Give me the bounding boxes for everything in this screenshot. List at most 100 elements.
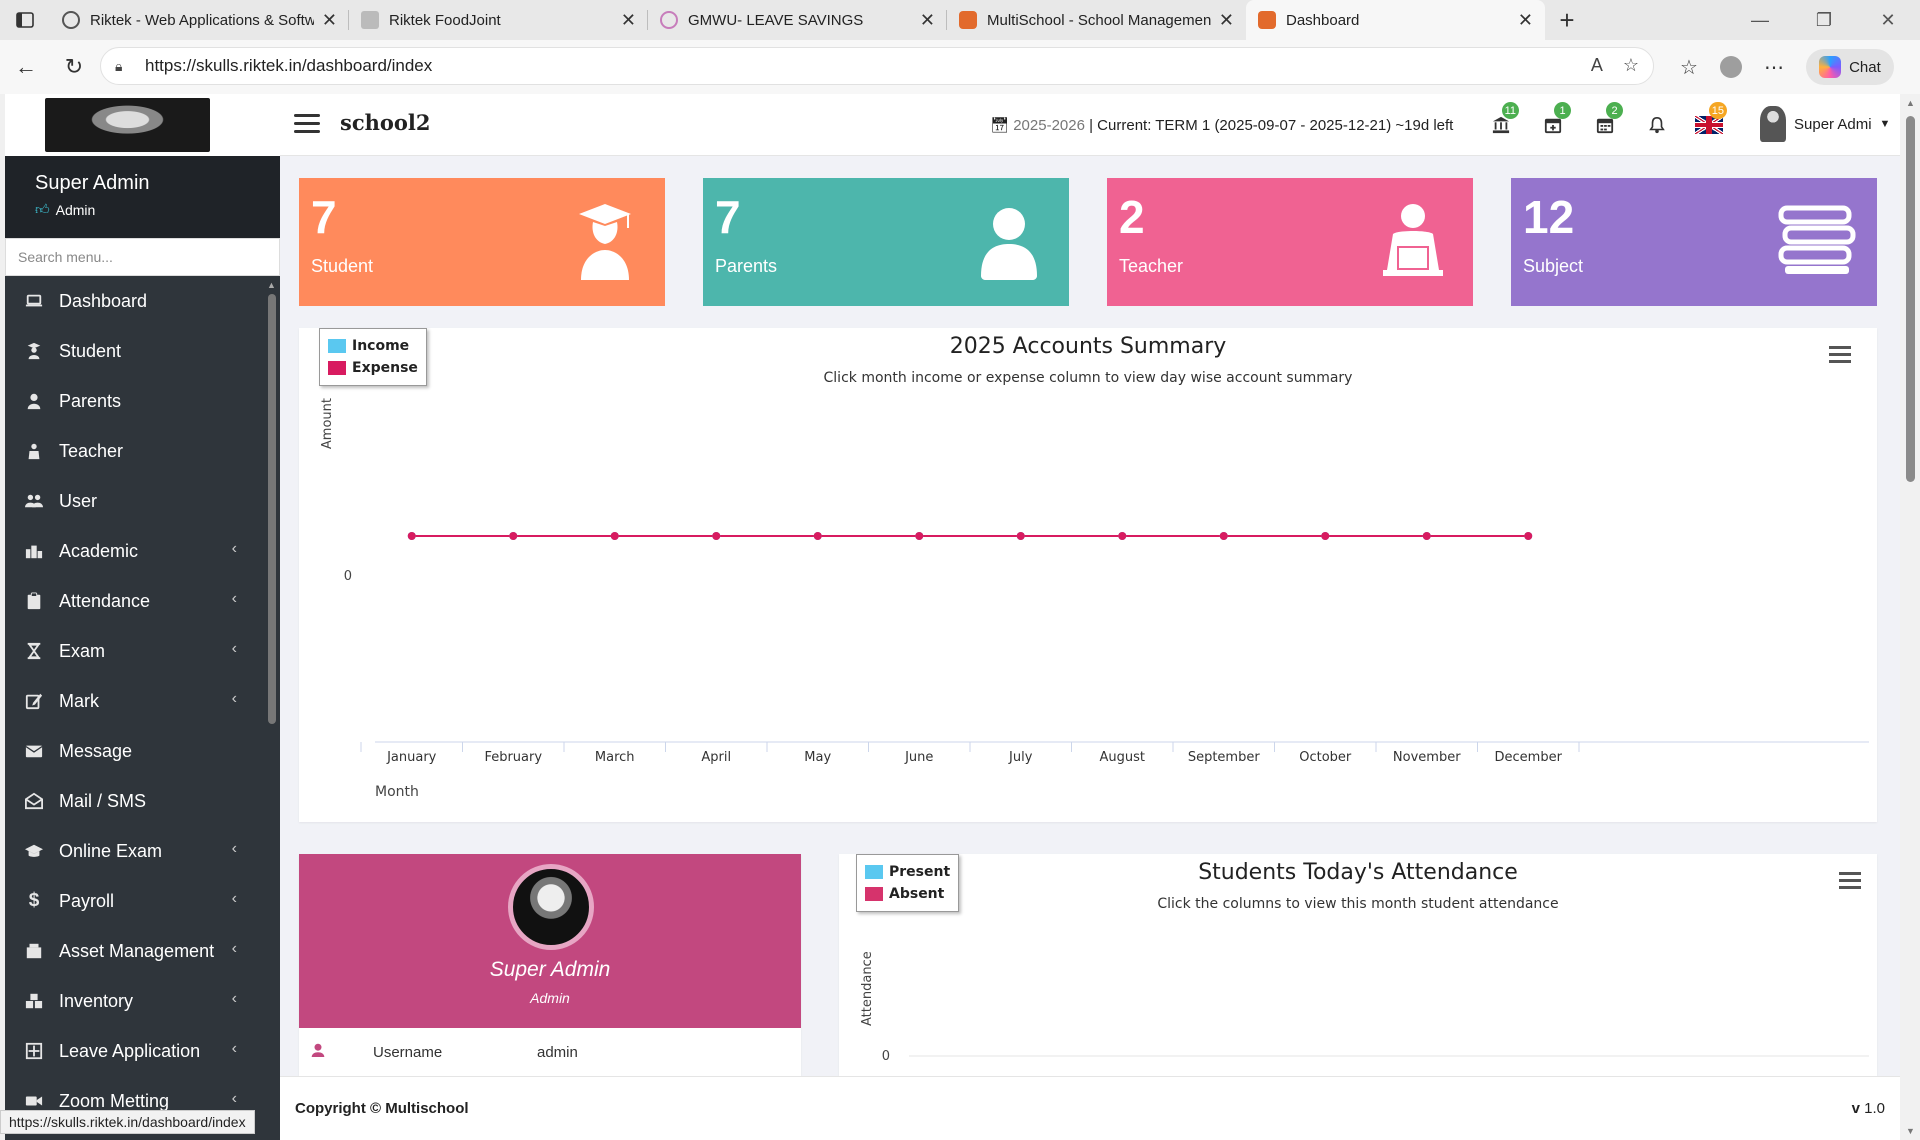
browser-tab[interactable]: Riktek FoodJoint ✕ [349,0,648,40]
school-logo[interactable] [45,98,210,152]
sidebar-item-label: User [59,490,98,511]
page-viewport: Super Admin 👍︎ Admin Search menu... Dash… [5,94,1920,1140]
back-icon[interactable]: ← [4,47,48,87]
restore-icon[interactable]: ❐ [1792,0,1856,40]
x-tick-label: January [386,750,437,765]
sidebar-item-online-exam[interactable]: Online Exam ‹ [5,826,263,876]
sidebar-item-label: Payroll [59,890,115,911]
sidebar-item-dashboard[interactable]: Dashboard [5,276,263,326]
sidebar-item-student[interactable]: Student [5,326,263,376]
close-icon[interactable]: ✕ [1518,10,1533,31]
site-favicon-icon [660,11,678,29]
user-menu[interactable]: Super Admi ▼ [1760,106,1890,142]
x-tick-label: May [804,750,831,765]
data-point-expense[interactable] [509,532,518,540]
calendar-icon: 📅︎ [990,117,1010,134]
top-header: school2 📅︎ 2025-2026 | Current: TERM 1 (… [280,94,1900,156]
x-tick-label: March [595,750,635,765]
close-icon[interactable]: ✕ [322,10,337,31]
data-point-expense[interactable] [1524,532,1533,540]
sidebar-user-role-text: Admin [55,201,96,218]
scroll-down-icon[interactable]: ▼ [1906,1126,1915,1136]
bank-icon[interactable]: 11 [1475,102,1527,142]
sidebar-item-teacher[interactable]: Teacher [5,426,263,476]
data-point-expense[interactable] [915,532,924,540]
hamburger-menu-icon[interactable] [294,114,320,134]
close-icon[interactable]: ✕ [1219,10,1234,31]
copilot-chat-button[interactable]: Chat [1805,49,1894,85]
data-point-expense[interactable] [407,532,416,540]
sidebar-item-mail-sms[interactable]: Mail / SMS [5,776,263,826]
calendar-badge: 2 [1606,102,1623,119]
data-point-expense[interactable] [610,532,619,540]
favorites-icon[interactable]: ☆ [1680,55,1698,80]
stat-card-teacher[interactable]: 2 Teacher [1107,178,1473,306]
data-point-expense[interactable] [712,532,721,540]
sidebar-item-label: Academic [59,540,139,561]
chevron-left-icon: ‹ [231,1040,237,1057]
browser-tab[interactable]: MultiSchool - School Managemen ✕ [947,0,1246,40]
minimize-icon[interactable]: — [1728,0,1792,40]
user-icon [311,1043,329,1061]
language-flag-icon[interactable]: 15 [1683,102,1735,142]
read-aloud-icon[interactable]: A [1591,55,1603,76]
sidebar-item-parents[interactable]: Parents [5,376,263,426]
sidebar-item-label: Leave Application [59,1040,201,1061]
calendar-add-badge: 1 [1554,102,1571,119]
sidebar-item-payroll[interactable]: $ Payroll ‹ [5,876,263,926]
stat-card-subject[interactable]: 12 Subject [1511,178,1877,306]
browser-tab[interactable]: Riktek - Web Applications & Softw ✕ [50,0,349,40]
site-favicon-icon [361,11,379,29]
sidebar-scroll-thumb[interactable] [268,294,276,724]
sidebar-item-attendance[interactable]: Attendance ‹ [5,576,263,626]
sidebar-scrollbar[interactable]: ▲ [263,276,280,1140]
data-point-expense[interactable] [813,532,822,540]
sidebar-item-mark[interactable]: Mark ‹ [5,676,263,726]
calendar-add-icon[interactable]: 1 [1527,102,1579,142]
student-cap-icon [565,200,645,280]
favorite-star-icon[interactable]: ☆ [1623,55,1639,76]
data-point-expense[interactable] [1321,532,1330,540]
sidebar-item-asset-management[interactable]: Asset Management ‹ [5,926,263,976]
sidebar-item-label: Asset Management [59,940,215,961]
sidebar-item-message[interactable]: Message [5,726,263,776]
avatar [1760,106,1786,142]
calendar-icon[interactable]: 2 [1579,102,1631,142]
stat-value: 12 [1523,191,1575,243]
browser-tab[interactable]: GMWU- LEAVE SAVINGS ✕ [648,0,947,40]
stat-card-parents[interactable]: 7 Parents [703,178,1069,306]
url-input[interactable]: 🔒︎ https://skulls.riktek.in/dashboard/in… [100,47,1654,85]
new-tab-icon[interactable]: + [1545,0,1589,40]
sidebar-item-user[interactable]: User [5,476,263,526]
page-scroll-thumb[interactable] [1906,116,1915,482]
stat-card-student[interactable]: 7 Student [299,178,665,306]
stat-value: 7 [311,191,337,243]
close-window-icon[interactable]: ✕ [1856,0,1920,40]
sidebar-item-exam[interactable]: Exam ‹ [5,626,263,676]
scroll-up-icon[interactable]: ▲ [1906,98,1915,108]
profile-icon[interactable] [1719,56,1742,78]
more-options-icon[interactable]: ⋯ [1764,55,1784,80]
lock-icon[interactable]: 🔒︎ [115,58,135,75]
sidebar-item-label: Mark [59,690,99,711]
sidebar-item-leave-application[interactable]: Leave Application ‹ [5,1026,263,1076]
sidebar-item-academic[interactable]: Academic ‹ [5,526,263,576]
sidebar-user-name: Super Admin [35,172,150,194]
data-point-expense[interactable] [1016,532,1025,540]
close-icon[interactable]: ✕ [920,10,935,31]
data-point-expense[interactable] [1219,532,1228,540]
sidebar: Super Admin 👍︎ Admin Search menu... Dash… [5,156,280,1140]
sidebar-item-inventory[interactable]: Inventory ‹ [5,976,263,1026]
refresh-icon[interactable]: ↻ [52,47,96,87]
browser-tab-active[interactable]: Dashboard ✕ [1246,0,1545,40]
scroll-up-icon[interactable]: ▲ [267,280,276,290]
page-scrollbar[interactable]: ▲ ▼ [1900,94,1920,1140]
data-point-expense[interactable] [1118,532,1127,540]
sidebar-item-label: Online Exam [59,840,163,861]
tab-actions-icon[interactable] [0,0,50,40]
x-tick-label: December [1495,750,1563,765]
bell-icon[interactable] [1631,108,1683,142]
close-icon[interactable]: ✕ [621,10,636,31]
search-menu-input[interactable]: Search menu... [5,238,280,276]
data-point-expense[interactable] [1422,532,1431,540]
